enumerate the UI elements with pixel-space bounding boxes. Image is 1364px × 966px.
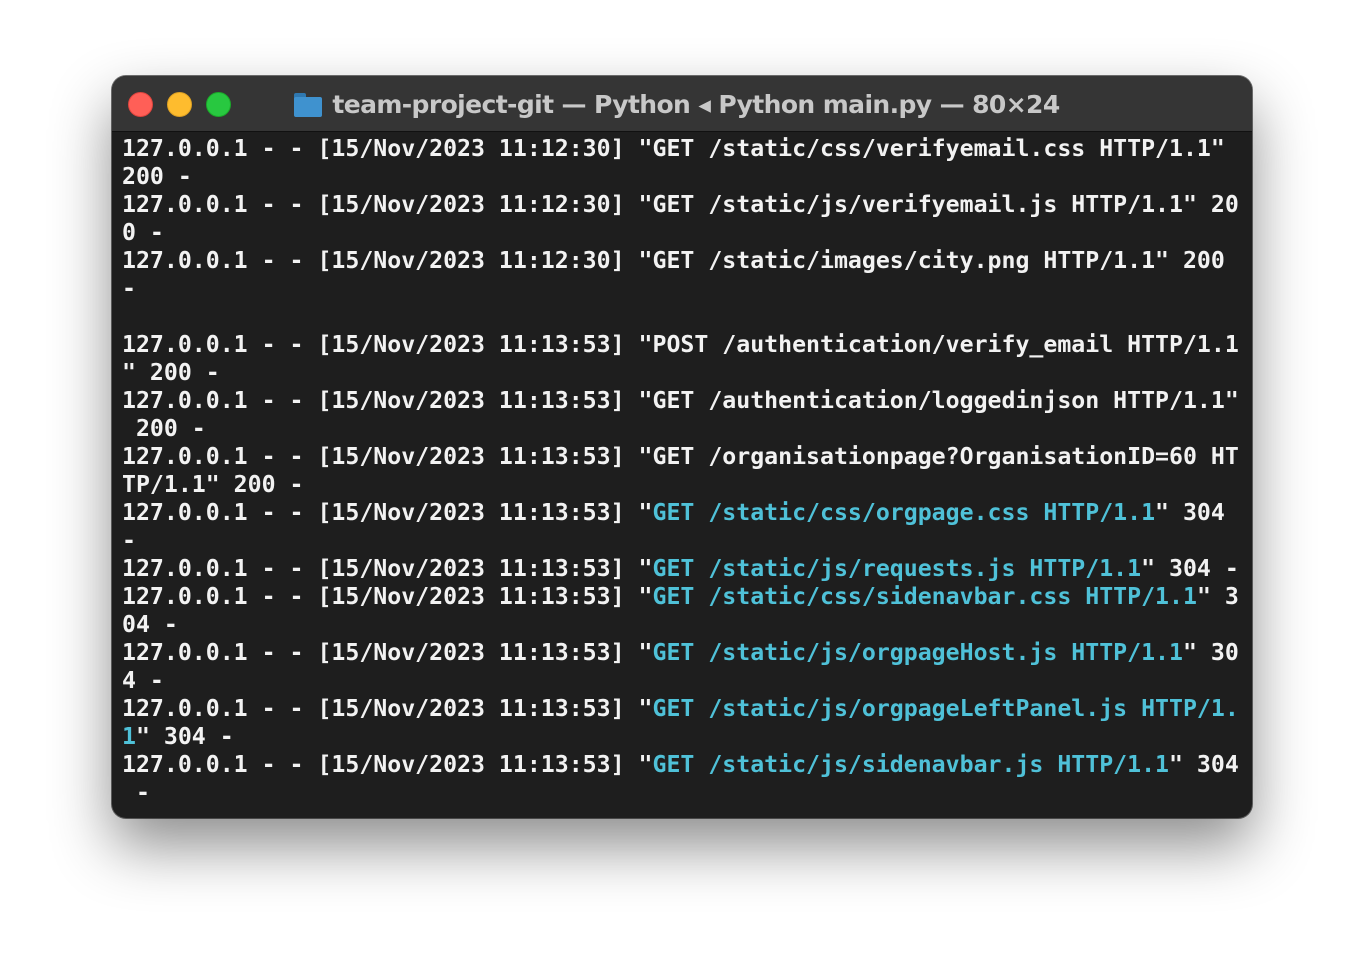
log-text: 04 - [122, 611, 178, 638]
terminal-line: 127.0.0.1 - - [15/Nov/2023 11:13:53] "GE… [122, 751, 1246, 779]
terminal-line: 127.0.0.1 - - [15/Nov/2023 11:13:53] "GE… [122, 583, 1246, 611]
log-text: 127.0.0.1 - - [15/Nov/2023 11:13:53] "GE… [122, 387, 1239, 414]
terminal-line: " 200 - [122, 359, 1246, 387]
highlighted-request: 1 [122, 723, 136, 750]
log-text: 127.0.0.1 - - [15/Nov/2023 11:12:30] "GE… [122, 247, 1225, 274]
window-title-area: team-project-git — Python ◂ Python main.… [112, 76, 1252, 132]
log-text: 127.0.0.1 - - [15/Nov/2023 11:13:53] " [122, 751, 653, 778]
folder-icon [294, 93, 323, 117]
terminal-line: 127.0.0.1 - - [15/Nov/2023 11:13:53] "PO… [122, 331, 1246, 359]
highlighted-request: GET /static/js/orgpageLeftPanel.js HTTP/… [652, 695, 1239, 722]
terminal-line: 127.0.0.1 - - [15/Nov/2023 11:13:53] "GE… [122, 695, 1246, 723]
log-text: 127.0.0.1 - - [15/Nov/2023 11:13:53] " [122, 499, 653, 526]
log-text: 127.0.0.1 - - [15/Nov/2023 11:13:53] "PO… [122, 331, 1239, 358]
terminal-line: 200 - [122, 415, 1246, 443]
terminal-line: 127.0.0.1 - - [15/Nov/2023 11:13:53] "GE… [122, 639, 1246, 667]
highlighted-request: GET /static/js/orgpageHost.js HTTP/1.1 [652, 639, 1183, 666]
log-text: 127.0.0.1 - - [15/Nov/2023 11:12:30] "GE… [122, 191, 1239, 218]
terminal-line: 4 - [122, 667, 1246, 695]
terminal-line: 0 - [122, 219, 1246, 247]
log-text: 127.0.0.1 - - [15/Nov/2023 11:13:53] " [122, 555, 653, 582]
terminal-window: team-project-git — Python ◂ Python main.… [112, 76, 1252, 818]
terminal-line: 127.0.0.1 - - [15/Nov/2023 11:13:53] "GE… [122, 387, 1246, 415]
log-text: 200 - [122, 415, 206, 442]
highlighted-request: GET /static/css/sidenavbar.css HTTP/1.1 [652, 583, 1197, 610]
highlighted-request: GET /static/js/requests.js HTTP/1.1 [652, 555, 1142, 582]
window-title: team-project-git — Python ◂ Python main.… [332, 89, 1060, 119]
highlighted-request: GET /static/css/orgpage.css HTTP/1.1 [652, 499, 1156, 526]
terminal-line: TP/1.1" 200 - [122, 471, 1246, 499]
log-text: 127.0.0.1 - - [15/Nov/2023 11:12:30] "GE… [122, 135, 1225, 162]
title-bar[interactable]: team-project-git — Python ◂ Python main.… [112, 76, 1252, 132]
terminal-line: 127.0.0.1 - - [15/Nov/2023 11:12:30] "GE… [122, 135, 1246, 163]
log-text: 127.0.0.1 - - [15/Nov/2023 11:13:53] "GE… [122, 443, 1239, 470]
log-text: TP/1.1" 200 - [122, 471, 304, 498]
log-text: 0 - [122, 219, 164, 246]
log-text: " 304 [1169, 751, 1239, 778]
terminal-line: 127.0.0.1 - - [15/Nov/2023 11:13:53] "GE… [122, 555, 1246, 583]
terminal-line: 200 - [122, 163, 1246, 191]
log-text: " 304 - [135, 723, 234, 750]
terminal-line: 04 - [122, 611, 1246, 639]
log-text: 200 - [122, 163, 192, 190]
terminal-line: 127.0.0.1 - - [15/Nov/2023 11:13:53] "GE… [122, 499, 1246, 527]
log-text: 127.0.0.1 - - [15/Nov/2023 11:13:53] " [122, 583, 653, 610]
terminal-line: - [122, 527, 1246, 555]
log-text: - [122, 275, 136, 302]
terminal-line: 1" 304 - [122, 723, 1246, 751]
log-text: 127.0.0.1 - - [15/Nov/2023 11:13:53] " [122, 639, 653, 666]
terminal-line: 127.0.0.1 - - [15/Nov/2023 11:13:53] "GE… [122, 443, 1246, 471]
log-text: - [122, 779, 150, 806]
log-text: " 3 [1196, 583, 1239, 610]
terminal-line: - [122, 779, 1246, 807]
terminal-output[interactable]: 127.0.0.1 - - [15/Nov/2023 11:12:30] "GE… [122, 135, 1246, 807]
terminal-line: - [122, 275, 1246, 303]
log-text: - [122, 527, 136, 554]
log-text: 127.0.0.1 - - [15/Nov/2023 11:13:53] " [122, 695, 653, 722]
log-text: " 200 - [122, 359, 220, 386]
terminal-line: 127.0.0.1 - - [15/Nov/2023 11:12:30] "GE… [122, 247, 1246, 275]
terminal-line: 127.0.0.1 - - [15/Nov/2023 11:12:30] "GE… [122, 191, 1246, 219]
log-text: 4 - [122, 667, 164, 694]
highlighted-request: GET /static/js/sidenavbar.js HTTP/1.1 [652, 751, 1170, 778]
log-text: " 304 [1155, 499, 1225, 526]
log-text: " 304 - [1141, 555, 1239, 582]
log-text: " 30 [1182, 639, 1239, 666]
